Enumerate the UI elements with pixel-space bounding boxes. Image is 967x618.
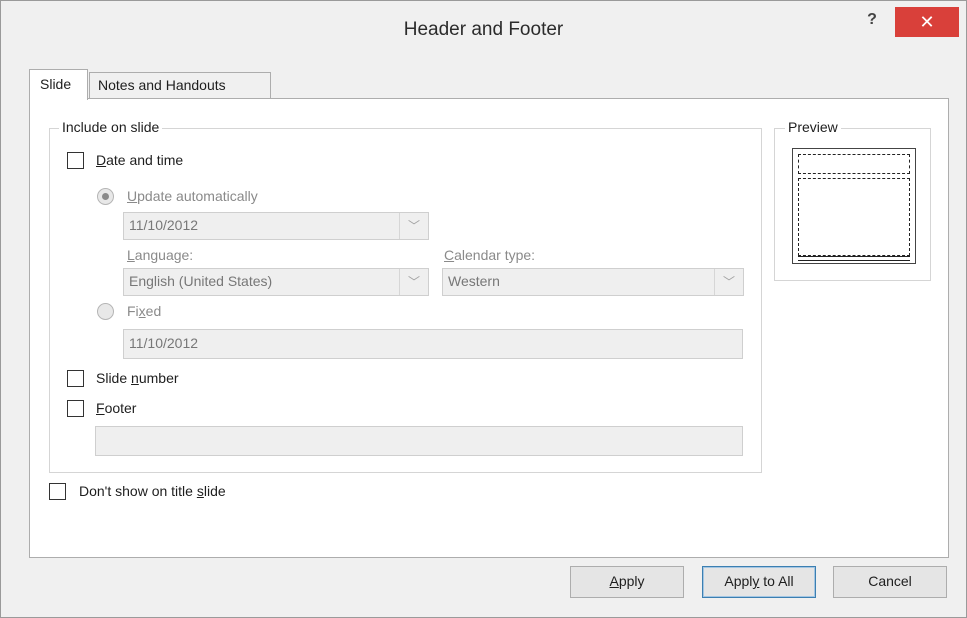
apply-button[interactable]: Apply	[570, 566, 684, 598]
radio-dot	[102, 193, 109, 200]
apply-to-all-button-label: Apply to All	[724, 573, 794, 589]
apply-to-all-button[interactable]: Apply to All	[702, 566, 816, 598]
calendar-type-value: Western	[448, 273, 500, 289]
update-automatically-label[interactable]: Update automatically	[127, 188, 258, 204]
preview-title-placeholder	[798, 154, 910, 174]
language-label: Language:	[127, 247, 194, 263]
fixed-radio[interactable]	[97, 303, 114, 320]
dont-show-on-title-slide-checkbox[interactable]	[49, 483, 66, 500]
include-on-slide-group	[49, 128, 762, 473]
date-and-time-checkbox[interactable]	[67, 152, 84, 169]
chevron-down-icon: ﹀	[408, 275, 421, 289]
calendar-type-label: Calendar type:	[444, 247, 536, 263]
dont-show-label-start: Don't show on title	[79, 483, 197, 499]
dont-show-label-end: lide	[203, 483, 226, 499]
date-format-dropdown[interactable]: 11/10/2012 ﹀	[123, 212, 429, 240]
footer-text-input[interactable]	[95, 426, 743, 456]
preview-content-placeholder	[798, 178, 910, 256]
update-automatically-radio[interactable]	[97, 188, 114, 205]
footer-label-rest: ooter	[104, 400, 137, 416]
apply-button-label: Apply	[609, 573, 645, 589]
include-on-slide-legend: Include on slide	[59, 119, 163, 135]
header-footer-dialog: Header and Footer ? ✕ Slide Notes and Ha…	[0, 0, 967, 618]
date-and-time-label[interactable]: Date and time	[96, 152, 183, 168]
date-and-time-label-rest: ate and time	[106, 152, 184, 168]
close-button[interactable]: ✕	[895, 7, 959, 37]
tab-slide-label: Slide	[40, 76, 72, 92]
language-value: English (United States)	[129, 273, 273, 289]
chevron-down-icon: ﹀	[723, 275, 736, 289]
fixed-label-start: Fi	[127, 303, 139, 319]
fixed-label-end: ed	[145, 303, 162, 319]
cancel-button-label: Cancel	[868, 573, 912, 589]
language-dropdown-arrow[interactable]: ﹀	[399, 269, 428, 295]
slide-number-label-start: Slide	[96, 370, 132, 386]
help-icon[interactable]: ?	[863, 11, 881, 29]
language-dropdown[interactable]: English (United States) ﹀	[123, 268, 429, 296]
cancel-button[interactable]: Cancel	[833, 566, 947, 598]
preview-legend: Preview	[785, 119, 841, 135]
slide-number-label[interactable]: Slide number	[96, 370, 179, 386]
dont-show-on-title-slide-label[interactable]: Don't show on title slide	[79, 483, 226, 499]
calendar-type-dropdown[interactable]: Western ﹀	[442, 268, 744, 296]
close-icon: ✕	[919, 12, 935, 32]
title-bar: Header and Footer ? ✕	[1, 1, 966, 59]
calendar-type-label-rest: alendar type:	[454, 247, 536, 263]
footer-checkbox[interactable]	[67, 400, 84, 417]
window-title: Header and Footer	[403, 19, 564, 40]
fixed-date-value: 11/10/2012	[129, 335, 199, 351]
slide-number-checkbox[interactable]	[67, 370, 84, 387]
slide-preview	[792, 148, 916, 264]
tab-notes-label: Notes and Handouts	[98, 77, 226, 93]
date-format-dropdown-arrow[interactable]: ﹀	[399, 213, 428, 239]
preview-footer-placeholder	[798, 256, 910, 261]
language-label-rest: anguage:	[134, 247, 194, 263]
chevron-down-icon: ﹀	[408, 219, 421, 233]
date-format-value: 11/10/2012	[129, 217, 199, 233]
update-automatically-label-rest: pdate automatically	[137, 188, 258, 204]
tab-notes-and-handouts[interactable]: Notes and Handouts	[89, 72, 271, 99]
calendar-type-dropdown-arrow[interactable]: ﹀	[714, 269, 743, 295]
footer-label[interactable]: Footer	[96, 400, 136, 416]
fixed-date-input[interactable]: 11/10/2012	[123, 329, 743, 359]
slide-number-label-end: umber	[138, 370, 179, 386]
fixed-label[interactable]: Fixed	[127, 303, 161, 319]
tab-slide[interactable]: Slide	[29, 69, 88, 100]
